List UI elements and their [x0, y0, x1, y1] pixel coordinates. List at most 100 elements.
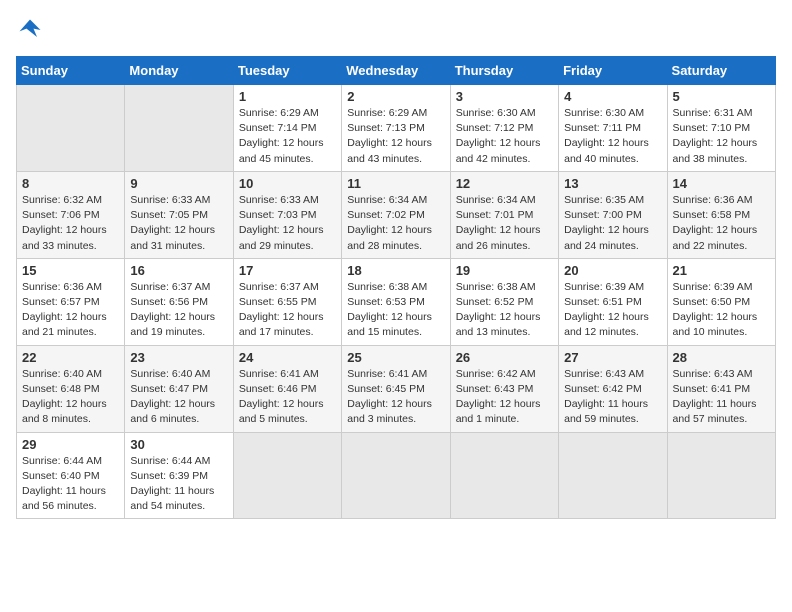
calendar-cell: 20 Sunrise: 6:39 AMSunset: 6:51 PMDayligh… [559, 258, 667, 345]
day-info: Sunrise: 6:34 AMSunset: 7:01 PMDaylight:… [456, 193, 553, 254]
day-info: Sunrise: 6:38 AMSunset: 6:52 PMDaylight:… [456, 280, 553, 341]
calendar-cell: 19 Sunrise: 6:38 AMSunset: 6:52 PMDayligh… [450, 258, 558, 345]
day-info: Sunrise: 6:30 AMSunset: 7:12 PMDaylight:… [456, 106, 553, 167]
day-info: Sunrise: 6:35 AMSunset: 7:00 PMDaylight:… [564, 193, 661, 254]
calendar-cell: 17 Sunrise: 6:37 AMSunset: 6:55 PMDayligh… [233, 258, 341, 345]
day-info: Sunrise: 6:30 AMSunset: 7:11 PMDaylight:… [564, 106, 661, 167]
day-info: Sunrise: 6:33 AMSunset: 7:05 PMDaylight:… [130, 193, 227, 254]
logo [16, 16, 48, 44]
day-number: 16 [130, 263, 227, 278]
calendar-week-1: 8 Sunrise: 6:32 AMSunset: 7:06 PMDaylight… [17, 171, 776, 258]
calendar-cell: 11 Sunrise: 6:34 AMSunset: 7:02 PMDayligh… [342, 171, 450, 258]
weekday-header-tuesday: Tuesday [233, 57, 341, 85]
day-info: Sunrise: 6:38 AMSunset: 6:53 PMDaylight:… [347, 280, 444, 341]
calendar-cell: 10Sunrise: 6:33 AMSunset: 7:03 PMDayligh… [233, 171, 341, 258]
day-number: 28 [673, 350, 770, 365]
day-info: Sunrise: 6:36 AMSunset: 6:58 PMDaylight:… [673, 193, 770, 254]
day-number: 25 [347, 350, 444, 365]
day-info: Sunrise: 6:39 AMSunset: 6:51 PMDaylight:… [564, 280, 661, 341]
calendar-cell [342, 432, 450, 519]
day-info: Sunrise: 6:40 AMSunset: 6:48 PMDaylight:… [22, 367, 119, 428]
calendar-cell: 16 Sunrise: 6:37 AMSunset: 6:56 PMDayligh… [125, 258, 233, 345]
weekday-header-sunday: Sunday [17, 57, 125, 85]
day-info: Sunrise: 6:33 AMSunset: 7:03 PMDaylight:… [239, 193, 336, 254]
calendar-table: SundayMondayTuesdayWednesdayThursdayFrid… [16, 56, 776, 519]
day-info: Sunrise: 6:43 AMSunset: 6:41 PMDaylight:… [673, 367, 770, 428]
calendar-cell: 21 Sunrise: 6:39 AMSunset: 6:50 PMDayligh… [667, 258, 775, 345]
day-info: Sunrise: 6:31 AMSunset: 7:10 PMDaylight:… [673, 106, 770, 167]
weekday-header-thursday: Thursday [450, 57, 558, 85]
day-info: Sunrise: 6:42 AMSunset: 6:43 PMDaylight:… [456, 367, 553, 428]
calendar-cell: 9 Sunrise: 6:33 AMSunset: 7:05 PMDaylight… [125, 171, 233, 258]
calendar-cell: 28 Sunrise: 6:43 AMSunset: 6:41 PMDayligh… [667, 345, 775, 432]
day-info: Sunrise: 6:37 AMSunset: 6:55 PMDaylight:… [239, 280, 336, 341]
calendar-cell [559, 432, 667, 519]
day-info: Sunrise: 6:44 AMSunset: 6:39 PMDaylight:… [130, 454, 227, 515]
calendar-cell: 5Sunrise: 6:31 AMSunset: 7:10 PMDaylight… [667, 85, 775, 172]
calendar-week-2: 15 Sunrise: 6:36 AMSunset: 6:57 PMDayligh… [17, 258, 776, 345]
calendar-cell: 1 Sunrise: 6:29 AMSunset: 7:14 PMDaylight… [233, 85, 341, 172]
day-info: Sunrise: 6:29 AMSunset: 7:14 PMDaylight:… [239, 106, 336, 167]
day-number: 8 [22, 176, 119, 191]
day-number: 29 [22, 437, 119, 452]
calendar-cell [450, 432, 558, 519]
day-number: 19 [456, 263, 553, 278]
day-info: Sunrise: 6:39 AMSunset: 6:50 PMDaylight:… [673, 280, 770, 341]
calendar-cell: 4 Sunrise: 6:30 AMSunset: 7:11 PMDaylight… [559, 85, 667, 172]
weekday-header-saturday: Saturday [667, 57, 775, 85]
calendar-week-4: 29 Sunrise: 6:44 AMSunset: 6:40 PMDayligh… [17, 432, 776, 519]
day-number: 18 [347, 263, 444, 278]
day-number: 21 [673, 263, 770, 278]
page-header [16, 16, 776, 44]
day-info: Sunrise: 6:32 AMSunset: 7:06 PMDaylight:… [22, 193, 119, 254]
calendar-cell: 18 Sunrise: 6:38 AMSunset: 6:53 PMDayligh… [342, 258, 450, 345]
day-number: 1 [239, 89, 336, 104]
day-info: Sunrise: 6:41 AMSunset: 6:45 PMDaylight:… [347, 367, 444, 428]
weekday-header-monday: Monday [125, 57, 233, 85]
calendar-cell: 14 Sunrise: 6:36 AMSunset: 6:58 PMDayligh… [667, 171, 775, 258]
calendar-cell: 2 Sunrise: 6:29 AMSunset: 7:13 PMDaylight… [342, 85, 450, 172]
day-info: Sunrise: 6:43 AMSunset: 6:42 PMDaylight:… [564, 367, 661, 428]
calendar-cell: 25 Sunrise: 6:41 AMSunset: 6:45 PMDayligh… [342, 345, 450, 432]
day-info: Sunrise: 6:44 AMSunset: 6:40 PMDaylight:… [22, 454, 119, 515]
day-info: Sunrise: 6:34 AMSunset: 7:02 PMDaylight:… [347, 193, 444, 254]
day-number: 9 [130, 176, 227, 191]
day-number: 23 [130, 350, 227, 365]
day-number: 26 [456, 350, 553, 365]
calendar-cell: 12 Sunrise: 6:34 AMSunset: 7:01 PMDayligh… [450, 171, 558, 258]
day-number: 12 [456, 176, 553, 191]
day-number: 2 [347, 89, 444, 104]
day-number: 13 [564, 176, 661, 191]
day-number: 14 [673, 176, 770, 191]
calendar-cell [17, 85, 125, 172]
day-number: 15 [22, 263, 119, 278]
calendar-week-0: 1 Sunrise: 6:29 AMSunset: 7:14 PMDaylight… [17, 85, 776, 172]
day-number: 4 [564, 89, 661, 104]
calendar-cell: 3 Sunrise: 6:30 AMSunset: 7:12 PMDaylight… [450, 85, 558, 172]
calendar-cell [667, 432, 775, 519]
calendar-cell [233, 432, 341, 519]
calendar-cell: 24 Sunrise: 6:41 AMSunset: 6:46 PMDayligh… [233, 345, 341, 432]
calendar-cell: 26 Sunrise: 6:42 AMSunset: 6:43 PMDayligh… [450, 345, 558, 432]
day-number: 24 [239, 350, 336, 365]
calendar-cell: 29 Sunrise: 6:44 AMSunset: 6:40 PMDayligh… [17, 432, 125, 519]
day-info: Sunrise: 6:40 AMSunset: 6:47 PMDaylight:… [130, 367, 227, 428]
day-number: 11 [347, 176, 444, 191]
calendar-week-3: 22 Sunrise: 6:40 AMSunset: 6:48 PMDayligh… [17, 345, 776, 432]
calendar-cell: 23 Sunrise: 6:40 AMSunset: 6:47 PMDayligh… [125, 345, 233, 432]
day-number: 22 [22, 350, 119, 365]
calendar-cell: 27Sunrise: 6:43 AMSunset: 6:42 PMDayligh… [559, 345, 667, 432]
day-number: 30 [130, 437, 227, 452]
day-number: 17 [239, 263, 336, 278]
day-info: Sunrise: 6:36 AMSunset: 6:57 PMDaylight:… [22, 280, 119, 341]
weekday-header-friday: Friday [559, 57, 667, 85]
day-info: Sunrise: 6:37 AMSunset: 6:56 PMDaylight:… [130, 280, 227, 341]
calendar-cell: 15 Sunrise: 6:36 AMSunset: 6:57 PMDayligh… [17, 258, 125, 345]
calendar-cell: 30 Sunrise: 6:44 AMSunset: 6:39 PMDayligh… [125, 432, 233, 519]
calendar-cell: 22 Sunrise: 6:40 AMSunset: 6:48 PMDayligh… [17, 345, 125, 432]
calendar-cell: 8 Sunrise: 6:32 AMSunset: 7:06 PMDaylight… [17, 171, 125, 258]
day-number: 3 [456, 89, 553, 104]
day-info: Sunrise: 6:41 AMSunset: 6:46 PMDaylight:… [239, 367, 336, 428]
day-info: Sunrise: 6:29 AMSunset: 7:13 PMDaylight:… [347, 106, 444, 167]
day-number: 20 [564, 263, 661, 278]
